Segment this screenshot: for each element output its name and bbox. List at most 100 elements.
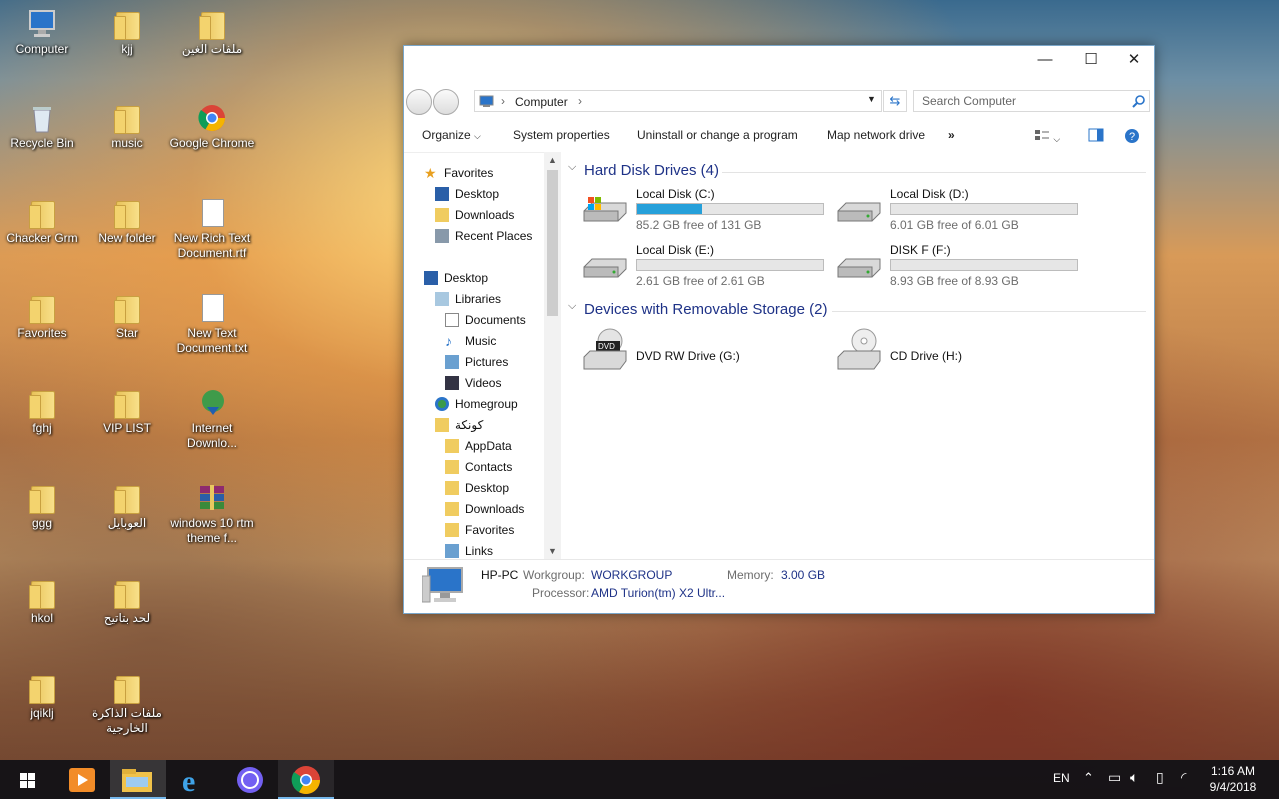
nav-label: Favorites: [444, 166, 494, 180]
forward-button[interactable]: [433, 89, 459, 115]
desktop-icon-hkol[interactable]: hkol: [0, 577, 87, 626]
desktop-icon-chrome[interactable]: Google Chrome: [167, 102, 257, 151]
scroll-up-arrow-icon[interactable]: ▲: [544, 152, 561, 169]
network-error-icon[interactable]: ▭: [1108, 769, 1121, 786]
nav-user-favorites[interactable]: Favorites: [445, 520, 514, 541]
battery-icon[interactable]: ▯: [1156, 769, 1164, 786]
drive-c[interactable]: Local Disk (C:) 85.2 GB free of 131 GB: [580, 187, 830, 237]
desktop-icon-rtf[interactable]: New Rich Text Document.rtf: [167, 197, 257, 261]
desktop-icon-music[interactable]: music: [82, 102, 172, 151]
content-pane: ⌵ Hard Disk Drives (4) Local Disk (C:) 8…: [562, 152, 1154, 560]
desktop-icon-computer[interactable]: Computer: [0, 8, 87, 57]
nav-user-desktop[interactable]: Desktop: [445, 478, 509, 499]
scroll-down-arrow-icon[interactable]: ▼: [544, 543, 561, 560]
collapse-hdd-icon[interactable]: ⌵: [568, 161, 576, 174]
folder-icon: [445, 480, 459, 495]
desktop-icon-favorites[interactable]: Favorites: [0, 292, 87, 341]
desktop-icon-winrar[interactable]: windows 10 rtm theme f...: [167, 482, 257, 546]
chrome-icon: [291, 766, 320, 794]
nav-user[interactable]: كونكة: [435, 415, 483, 436]
desktop-icon-external-memory[interactable]: ملفات الذاكرة الخارجية: [82, 672, 172, 736]
group-header-hdd[interactable]: Hard Disk Drives (4): [584, 162, 719, 179]
address-dropdown-icon[interactable]: ▼: [867, 94, 876, 104]
show-hidden-icons-icon[interactable]: ⌃: [1083, 770, 1094, 786]
drive-d[interactable]: Local Disk (D:) 6.01 GB free of 6.01 GB: [834, 187, 1084, 237]
nav-homegroup[interactable]: Homegroup: [435, 394, 518, 415]
taskbar-viber[interactable]: [222, 760, 278, 799]
collapse-removable-icon[interactable]: ⌵: [568, 300, 576, 313]
clock[interactable]: 1:16 AM 9/4/2018: [1205, 764, 1261, 794]
nav-music[interactable]: ♪ Music: [445, 331, 496, 352]
nav-desktop[interactable]: Desktop: [424, 268, 488, 289]
refresh-button[interactable]: ⇆: [883, 90, 907, 112]
drive-f[interactable]: DISK F (F:) 8.93 GB free of 8.93 GB: [834, 243, 1084, 293]
wifi-icon[interactable]: ◜: [1181, 769, 1186, 786]
nav-libraries[interactable]: Libraries: [435, 289, 501, 310]
system-properties-button[interactable]: System properties: [513, 128, 610, 142]
nav-pictures[interactable]: Pictures: [445, 352, 508, 373]
preview-pane-button[interactable]: [1088, 128, 1104, 145]
taskbar-chrome[interactable]: [278, 760, 334, 799]
search-input[interactable]: Search Computer: [913, 90, 1150, 112]
downloads-folder-icon: [435, 207, 449, 222]
nav-appdata[interactable]: AppData: [445, 436, 512, 457]
desktop-icon-star[interactable]: Star: [82, 292, 172, 341]
drive-free-space: 85.2 GB free of 131 GB: [636, 218, 762, 232]
nav-contacts[interactable]: Contacts: [445, 457, 512, 478]
address-bar[interactable]: › Computer › ▼: [474, 90, 882, 112]
desktop-icon-new-folder[interactable]: New folder: [82, 197, 172, 246]
minimize-button[interactable]: —: [1023, 46, 1067, 74]
desktop-icon-label: jqiklj: [30, 706, 54, 720]
nav-fav-recent-places[interactable]: Recent Places: [435, 226, 532, 247]
nav-user-downloads[interactable]: Downloads: [445, 499, 524, 520]
close-button[interactable]: ✕: [1112, 46, 1156, 74]
drive-usage-bar: [890, 259, 1078, 271]
taskbar-file-explorer[interactable]: [110, 760, 166, 799]
volume-icon[interactable]: 🔈︎: [1130, 769, 1138, 786]
taskbar-media-player[interactable]: [54, 760, 110, 799]
nav-documents[interactable]: Documents: [445, 310, 526, 331]
drive-e[interactable]: Local Disk (E:) 2.61 GB free of 2.61 GB: [580, 243, 830, 293]
nav-label: AppData: [465, 439, 512, 453]
nav-favorites[interactable]: ★ Favorites: [424, 163, 493, 184]
breadcrumb-chevron-icon[interactable]: ›: [578, 94, 582, 108]
desktop-icon-ghin-files[interactable]: ملفات الغين: [167, 8, 257, 57]
desktop-icon-ggg[interactable]: ggg: [0, 482, 87, 531]
nav-label: Homegroup: [455, 397, 518, 411]
nav-videos[interactable]: Videos: [445, 373, 501, 394]
desktop-icon-fghj[interactable]: fghj: [0, 387, 87, 436]
help-button[interactable]: ?: [1124, 128, 1140, 147]
drive-name: CD Drive (H:): [890, 349, 962, 363]
nav-scrollbar[interactable]: ▲ ▼: [544, 152, 561, 560]
desktop-icon-jqiklj[interactable]: jqiklj: [0, 672, 87, 721]
desktop-icon-recycle-bin[interactable]: Recycle Bin: [0, 102, 87, 151]
desktop-icon-kjj[interactable]: kjj: [82, 8, 172, 57]
group-header-removable[interactable]: Devices with Removable Storage (2): [584, 301, 827, 318]
organize-button[interactable]: Organize ⌵: [422, 128, 481, 142]
nav-label: Pictures: [465, 355, 509, 369]
desktop-icon-txt[interactable]: New Text Document.txt: [167, 292, 257, 356]
uninstall-program-button[interactable]: Uninstall or change a program: [637, 128, 798, 142]
desktop-icon-chacker-grm[interactable]: Chacker Grm: [0, 197, 87, 246]
desktop-icon-idm[interactable]: Internet Downlo...: [167, 387, 257, 451]
breadcrumb-computer[interactable]: Computer: [515, 95, 568, 109]
nav-fav-desktop[interactable]: Desktop: [435, 184, 499, 205]
maximize-button[interactable]: ☐: [1069, 46, 1113, 74]
desktop-icon-mobile[interactable]: العوبايل: [82, 482, 172, 531]
language-indicator[interactable]: EN: [1053, 771, 1070, 785]
map-network-drive-button[interactable]: Map network drive: [827, 128, 925, 142]
drive-g-dvd[interactable]: DVD DVD RW Drive (G:): [580, 327, 830, 377]
drive-h-cd[interactable]: CD Drive (H:): [834, 327, 1084, 377]
more-commands-button[interactable]: »: [948, 128, 955, 142]
back-button[interactable]: [406, 89, 432, 115]
taskbar-internet-explorer[interactable]: e: [166, 760, 222, 799]
scrollbar-thumb[interactable]: [547, 170, 558, 316]
desktop-icon-folder-ar[interactable]: لحد بتاتيح: [82, 577, 172, 626]
viber-icon: [237, 767, 263, 793]
nav-links[interactable]: Links: [445, 541, 493, 560]
desktop-icon-vip-list[interactable]: VIP LIST: [82, 387, 172, 436]
start-button[interactable]: [0, 760, 56, 799]
nav-fav-downloads[interactable]: Downloads: [435, 205, 514, 226]
processor-label: Processor:: [532, 586, 590, 600]
view-options-button[interactable]: ⌵: [1034, 128, 1060, 145]
